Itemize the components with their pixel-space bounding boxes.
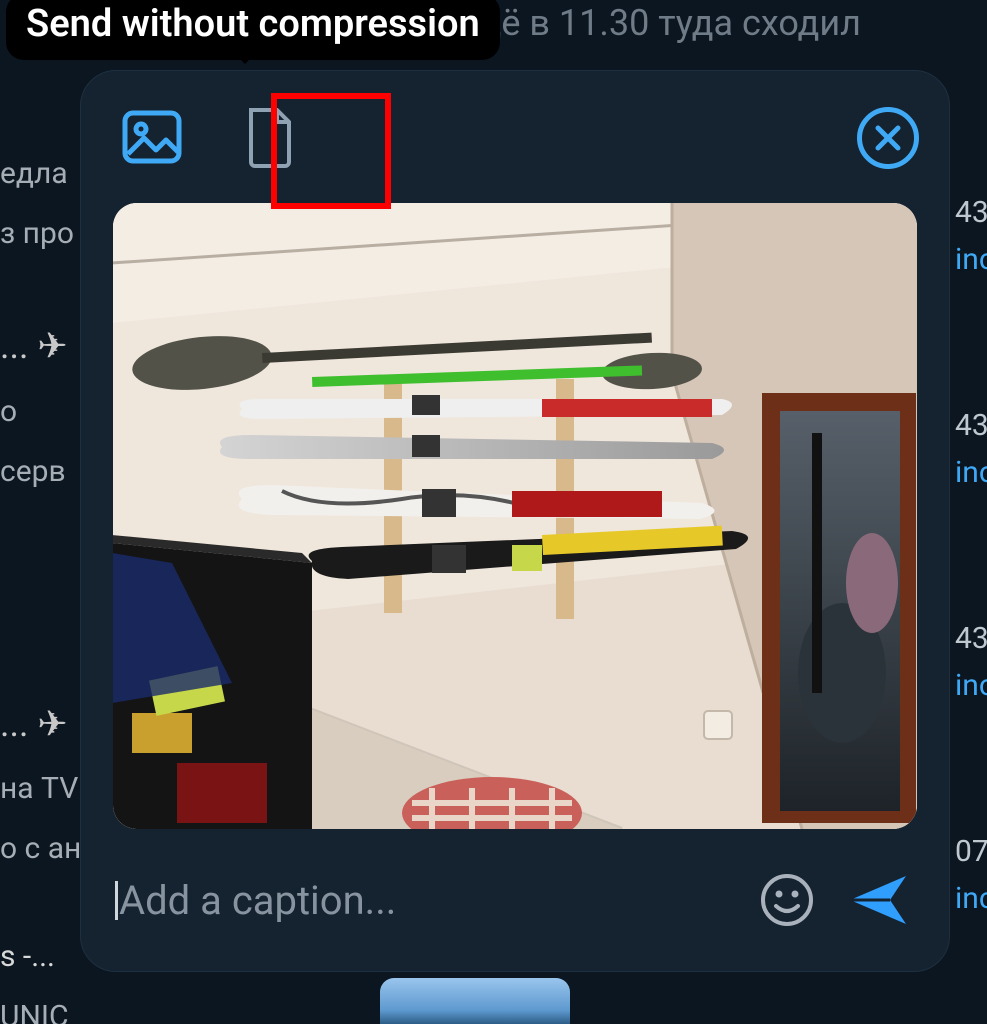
close-icon bbox=[873, 123, 903, 153]
time-fragment: 43 bbox=[955, 190, 987, 237]
time-fragment: 07 bbox=[955, 829, 987, 876]
link-fragment: inc bbox=[955, 876, 987, 923]
thumbnail-strip-peek[interactable] bbox=[380, 978, 570, 1024]
send-as-photo-button[interactable] bbox=[117, 102, 187, 172]
emoji-icon bbox=[759, 872, 815, 928]
send-media-modal: Add a caption... bbox=[80, 70, 950, 972]
chat-list-fragment: о bbox=[0, 388, 80, 436]
chat-list-fragment: едла bbox=[0, 150, 80, 198]
timestamps-fragments: 43 inc 43 inc 43 inc 07 inc bbox=[955, 190, 987, 922]
send-icon bbox=[848, 872, 910, 928]
link-fragment: inc bbox=[955, 450, 987, 497]
caption-row: Add a caption... bbox=[81, 829, 949, 971]
close-button[interactable] bbox=[857, 107, 919, 169]
chat-list-fragment: з про bbox=[0, 210, 80, 258]
tooltip-text: Send without compression bbox=[26, 2, 480, 46]
link-fragment: inc bbox=[955, 663, 987, 710]
modal-header bbox=[81, 71, 949, 203]
sidebar-fragments: едла з про ... ✈ о серв ... ✈ на TV о с … bbox=[0, 150, 80, 1024]
time-fragment: 43 bbox=[955, 616, 987, 663]
photo-icon bbox=[122, 110, 182, 164]
chat-list-fragment: о с ан bbox=[0, 825, 80, 873]
attachment-preview[interactable] bbox=[113, 203, 917, 829]
link-fragment: inc bbox=[955, 237, 987, 284]
caption-input[interactable]: Add a caption... bbox=[119, 877, 727, 924]
send-as-file-button[interactable] bbox=[235, 102, 305, 172]
document-icon bbox=[245, 106, 295, 168]
preview-image bbox=[113, 203, 917, 829]
chat-list-fragment: на TV bbox=[0, 765, 80, 813]
send-button[interactable] bbox=[847, 868, 911, 932]
chat-list-fragment: s -... bbox=[0, 933, 80, 981]
chat-list-fragment: ... ✈ bbox=[0, 318, 80, 376]
chat-list-fragment: UNIC bbox=[0, 993, 80, 1024]
tooltip-send-without-compression: Send without compression bbox=[6, 0, 500, 60]
message-fragment: цё в 11.30 туда сходил bbox=[480, 2, 861, 44]
chat-list-fragment: серв bbox=[0, 448, 80, 496]
time-fragment: 43 bbox=[955, 403, 987, 450]
emoji-button[interactable] bbox=[755, 868, 819, 932]
chat-list-fragment: ... ✈ bbox=[0, 696, 80, 754]
